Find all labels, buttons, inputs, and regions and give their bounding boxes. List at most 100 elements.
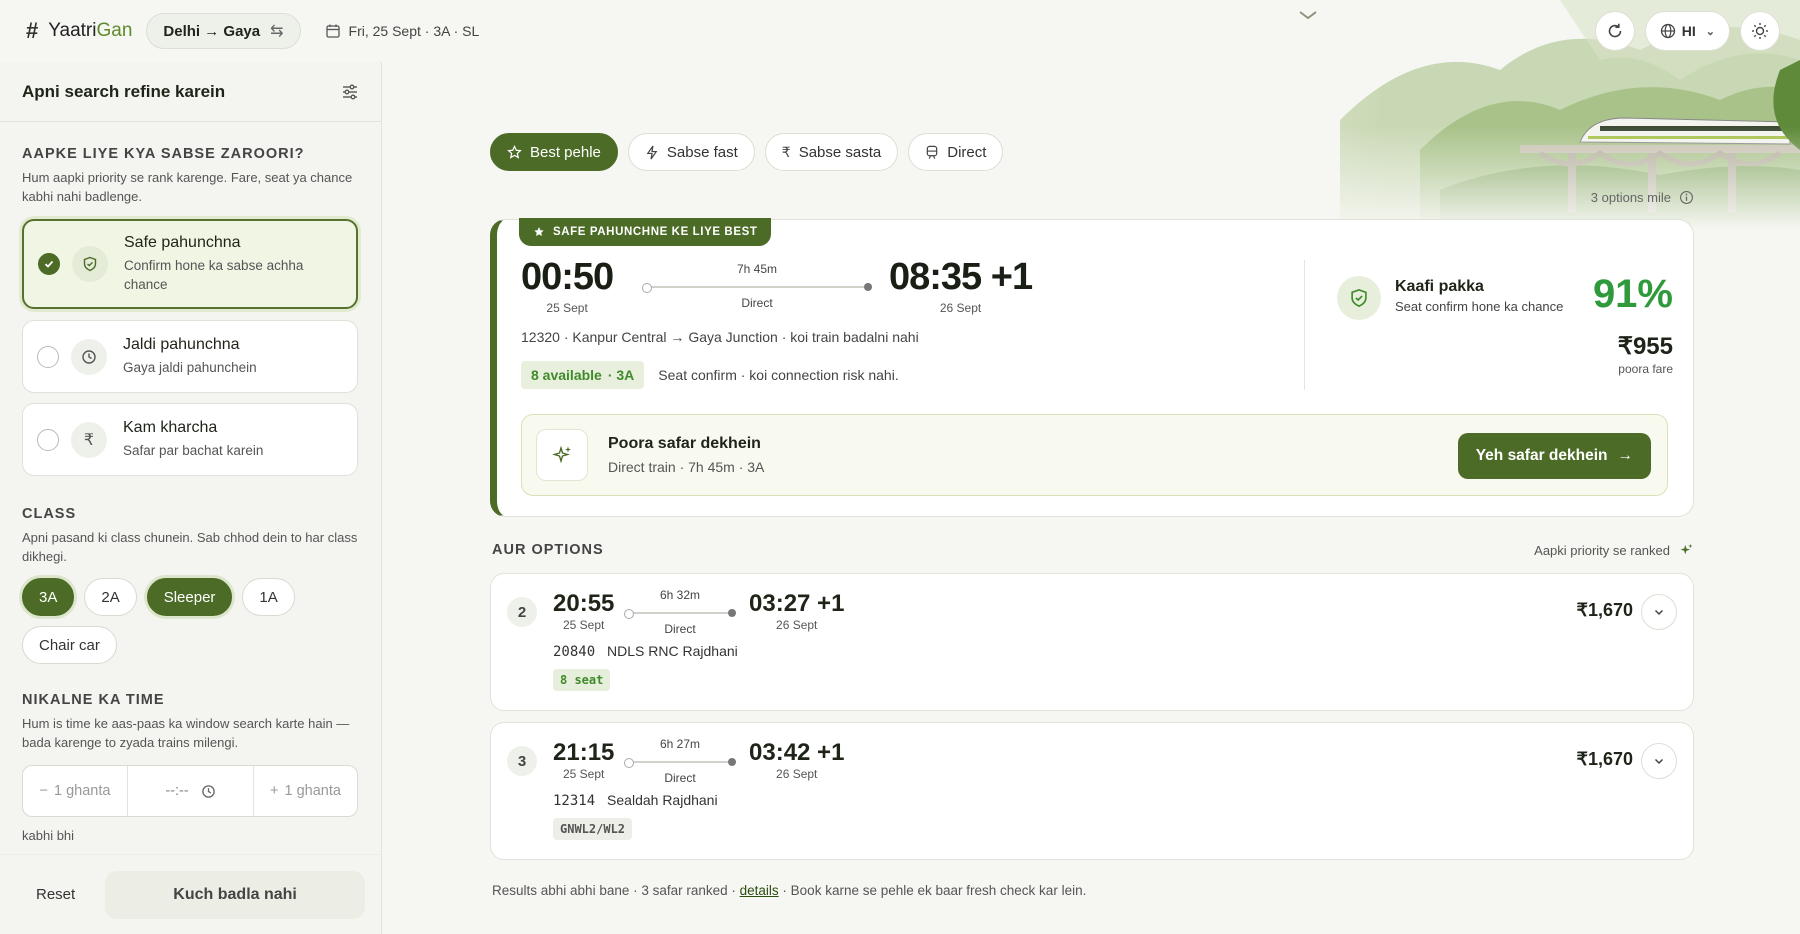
train-number: 20840: [553, 644, 596, 660]
option-duration: 6h 32m: [659, 588, 701, 602]
journey-type: Direct: [741, 296, 773, 310]
clock-icon: [201, 784, 215, 798]
date-selector[interactable]: Fri, 25 Sept · 3A · SL: [325, 23, 480, 39]
availability-class: · 3A: [607, 367, 635, 383]
chevron-down-icon: ⌄: [1705, 25, 1715, 38]
sliders-icon[interactable]: [341, 83, 359, 101]
date-info: Fri, 25 Sept · 3A · SL: [348, 23, 480, 39]
sidebar-footer: Reset Kuch badla nahi: [0, 854, 381, 934]
swap-icon[interactable]: ⇆: [270, 21, 283, 41]
radio-checked[interactable]: [38, 253, 60, 275]
duration-line: [642, 283, 872, 293]
sparkle-icon: [536, 429, 588, 481]
globe-icon: [1660, 23, 1675, 39]
rupee-icon: ₹: [71, 421, 107, 458]
journey-preview[interactable]: Poora safar dekhein Direct train · 7h 45…: [521, 414, 1668, 496]
footnote-pre: Results abhi abhi bane · 3 safar ranked …: [492, 883, 740, 898]
route-label: Delhi → Gaya: [163, 22, 261, 40]
tab-label: Sabse sasta: [798, 143, 882, 161]
priority-option-sub: Gaya jaldi pahunchein: [123, 360, 257, 375]
duration: 7h 45m: [736, 262, 778, 276]
time-desc: Hum is time ke aas-paas ka window search…: [22, 716, 350, 750]
option-arrival-time: 03:42 +1: [749, 739, 845, 766]
tab-label: Sabse fast: [666, 143, 738, 161]
class-chip-sleeper[interactable]: Sleeper: [146, 578, 233, 616]
filter-sidebar: Apni search refine karein AAPKE LIYE KYA…: [0, 62, 382, 934]
class-chip-chair-car[interactable]: Chair car: [22, 626, 117, 664]
time-title: NIKALNE KA TIME: [22, 692, 165, 708]
option-departure-date: 25 Sept: [563, 618, 605, 632]
route-selector[interactable]: Delhi → Gaya ⇆: [146, 13, 301, 49]
shield-icon: [72, 246, 108, 282]
sparkle-icon: [1680, 543, 1693, 555]
best-option-card: SAFE PAHUNCHNE KE LIYE BEST 00:50 25 Sep…: [490, 218, 1694, 517]
language-label: HI: [1681, 23, 1696, 39]
confidence-sub: Seat confirm hone ka chance: [1395, 299, 1564, 314]
priority-option-safe[interactable]: Safe pahunchna Confirm hone ka sabse ach…: [22, 219, 358, 309]
arrival-date: 26 Sept: [939, 301, 982, 315]
train-name: NDLS RNC Rajdhani: [607, 643, 738, 659]
time-plus-label: 1 ghanta: [284, 783, 341, 799]
duration-line: [624, 609, 736, 619]
confidence-title: Kaafi pakka: [1395, 278, 1484, 295]
language-selector[interactable]: HI ⌄: [1644, 11, 1730, 51]
time-minus-button[interactable]: − 1 ghanta: [23, 766, 128, 816]
sort-tabs: Best pehle Sabse fast ₹ Sabse sasta Dire…: [490, 133, 1004, 171]
option-row[interactable]: 3 21:15 25 Sept 6h 27m Direct 03:42 +1 2…: [490, 722, 1694, 860]
info-icon[interactable]: [1679, 190, 1694, 205]
class-chip-2a[interactable]: 2A: [84, 578, 137, 616]
details-link[interactable]: details: [740, 883, 779, 898]
option-row[interactable]: 2 20:55 25 Sept 6h 32m Direct 03:27 +1 2…: [490, 573, 1694, 711]
tab-fast[interactable]: Sabse fast: [627, 133, 755, 171]
sidebar-header: Apni search refine karein: [0, 62, 381, 122]
radio-unchecked[interactable]: [37, 428, 59, 451]
plus-icon: +: [270, 783, 279, 799]
options-count: 3 options mile: [1591, 190, 1694, 205]
expand-button[interactable]: [1641, 594, 1677, 630]
time-window-control: − 1 ghanta --:-- + 1 ghanta: [22, 765, 358, 817]
availability-note: Seat confirm · koi connection risk nahi.: [658, 367, 899, 383]
priority-option-fast[interactable]: Jaldi pahunchna Gaya jaldi pahunchein: [22, 320, 358, 393]
star-icon: [507, 144, 522, 159]
footnote-post: · Book karne se pehle ek baar fresh chec…: [778, 883, 1087, 898]
option-duration: 6h 27m: [659, 737, 701, 751]
arrival-time: 08:35 +1: [889, 256, 1033, 298]
apply-button[interactable]: Kuch badla nahi: [105, 870, 365, 919]
minus-icon: −: [39, 783, 48, 799]
view-journey-button[interactable]: Yeh safar dekhein →: [1457, 433, 1651, 479]
tab-label: Best pehle: [530, 143, 601, 161]
class-chip-1a[interactable]: 1A: [242, 578, 295, 616]
refresh-button[interactable]: [1594, 11, 1635, 51]
app-logo[interactable]: # Yaatri Gan: [26, 18, 132, 44]
departure-time: 00:50: [521, 256, 614, 298]
priority-option-cheap[interactable]: ₹ Kam kharcha Safar par bachat karein: [22, 403, 358, 476]
tab-direct[interactable]: Direct: [908, 133, 1004, 171]
shield-check-icon: [1337, 276, 1381, 320]
tab-label: Direct: [947, 143, 987, 161]
duration-line: [624, 758, 736, 768]
rank-badge: 3: [507, 746, 537, 776]
theme-toggle-button[interactable]: [1740, 11, 1780, 51]
tab-best[interactable]: Best pehle: [490, 133, 618, 171]
journey-sub: Direct train · 7h 45m · 3A: [608, 459, 765, 475]
top-bar: # Yaatri Gan Delhi → Gaya ⇆ Fri, 25 Sept …: [0, 0, 1800, 62]
time-plus-button[interactable]: + 1 ghanta: [254, 766, 357, 816]
class-chip-3a[interactable]: 3A: [22, 578, 75, 616]
check-icon: [44, 260, 54, 268]
option-arrival-time: 03:27 +1: [749, 590, 845, 617]
star-icon: [534, 227, 544, 237]
rank-badge: 2: [507, 597, 537, 627]
option-type: Direct: [664, 622, 696, 636]
tab-cheap[interactable]: ₹ Sabse sasta: [764, 133, 899, 171]
waitlist-badge: GNWL2/WL2: [553, 818, 633, 840]
option-fare: ₹1,670: [1576, 600, 1634, 620]
radio-unchecked[interactable]: [37, 345, 59, 368]
time-input[interactable]: --:--: [128, 766, 254, 816]
train-number: 12314: [553, 793, 596, 809]
reset-button[interactable]: Reset: [16, 886, 95, 903]
expand-button[interactable]: [1641, 743, 1677, 779]
priority-option-title: Safe pahunchna: [124, 234, 241, 251]
refresh-icon: [1608, 23, 1622, 38]
option-type: Direct: [664, 771, 696, 785]
priority-option-sub: Safar par bachat karein: [123, 443, 264, 458]
